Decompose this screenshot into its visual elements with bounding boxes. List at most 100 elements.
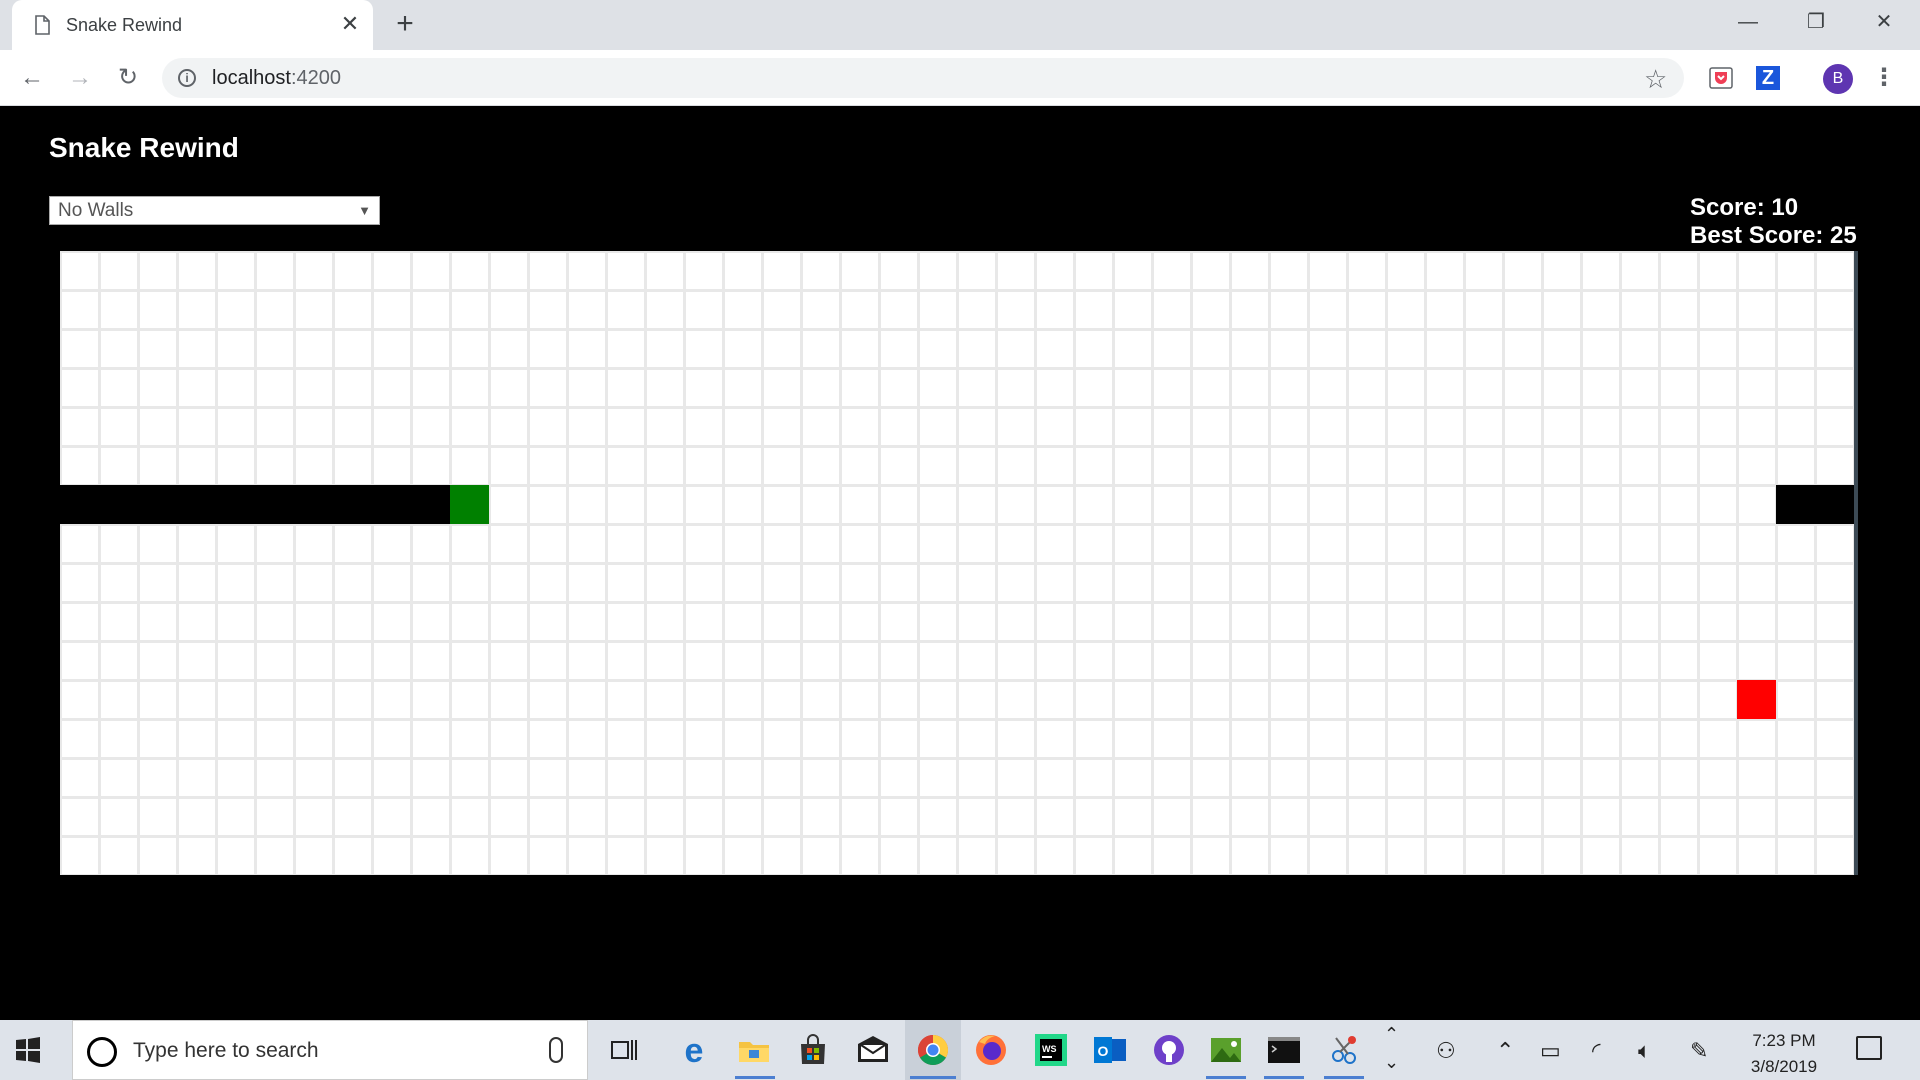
volume-icon[interactable]: 🔈︎ <box>1638 1038 1651 1064</box>
grid-cell <box>569 721 605 757</box>
grid-cell <box>1466 565 1502 601</box>
grid-cell <box>1232 682 1268 718</box>
scroll-up-icon[interactable]: ⌃ <box>1384 1024 1399 1045</box>
mail-icon[interactable] <box>855 1032 891 1068</box>
grid-cell <box>920 604 956 640</box>
grid-cell <box>296 682 332 718</box>
command-prompt-icon[interactable] <box>1266 1032 1302 1068</box>
taskbar-search-box[interactable]: Type here to search <box>72 1020 588 1080</box>
grid-cell <box>1583 799 1619 835</box>
grid-cell <box>959 565 995 601</box>
url-text[interactable]: localhost:4200 <box>212 67 341 90</box>
grid-cell <box>725 838 761 874</box>
forward-arrow-icon[interactable]: → <box>64 62 96 94</box>
grid-cell <box>374 526 410 562</box>
bookmark-star-icon[interactable]: ☆ <box>1644 64 1667 95</box>
grid-cell <box>140 721 176 757</box>
reload-icon[interactable]: ↻ <box>112 62 144 94</box>
grid-cell <box>842 292 878 328</box>
battery-icon[interactable]: ▭ <box>1540 1038 1561 1064</box>
grid-cell <box>803 370 839 406</box>
grid-cell <box>1271 409 1307 445</box>
game-board[interactable] <box>60 251 1857 875</box>
grid-cell <box>1739 760 1775 796</box>
microsoft-store-icon[interactable] <box>795 1032 831 1068</box>
grid-cell <box>686 565 722 601</box>
restore-icon[interactable]: ❐ <box>1786 5 1846 39</box>
file-explorer-icon[interactable] <box>736 1032 772 1068</box>
firefox-icon[interactable] <box>973 1032 1009 1068</box>
grid-cell <box>335 643 371 679</box>
grid-cell <box>686 487 722 523</box>
task-view-icon[interactable] <box>606 1032 642 1068</box>
grid-cell <box>1622 721 1658 757</box>
tab-title: Snake Rewind <box>66 15 183 35</box>
github-desktop-icon[interactable] <box>1151 1032 1187 1068</box>
grid-cell <box>1817 643 1853 679</box>
show-hidden-icons[interactable]: ⌃ <box>1496 1038 1514 1064</box>
grid-cell <box>1583 604 1619 640</box>
action-center-icon[interactable] <box>1856 1036 1882 1060</box>
grid-cell <box>998 838 1034 874</box>
grid-cell <box>686 721 722 757</box>
minimize-icon[interactable]: — <box>1718 5 1778 39</box>
grid-cell <box>1661 370 1697 406</box>
chrome-icon[interactable] <box>915 1032 951 1068</box>
snipping-tool-icon[interactable] <box>1326 1032 1362 1068</box>
close-tab-icon[interactable]: ✕ <box>338 12 362 36</box>
chrome-menu-icon[interactable]: ⋮ <box>1872 62 1896 94</box>
grid-cell <box>725 760 761 796</box>
tab-snake-rewind[interactable]: Snake Rewind ✕ <box>12 0 373 50</box>
grid-cell <box>647 448 683 484</box>
snake-segment <box>60 485 99 524</box>
image-viewer-icon[interactable] <box>1208 1032 1244 1068</box>
grid-cell <box>1115 409 1151 445</box>
pocket-extension-icon[interactable] <box>1709 66 1733 90</box>
z-extension-icon[interactable]: Z <box>1756 66 1780 90</box>
grid-cell <box>1583 292 1619 328</box>
grid-cell <box>1154 682 1190 718</box>
outlook-icon[interactable]: O <box>1092 1032 1128 1068</box>
windows-start-icon[interactable] <box>14 1036 42 1064</box>
grid-cell <box>1193 604 1229 640</box>
grid-cell <box>530 409 566 445</box>
grid-cell <box>647 409 683 445</box>
cortana-icon[interactable] <box>87 1037 117 1067</box>
grid-cell <box>1271 682 1307 718</box>
grid-cell <box>1700 838 1736 874</box>
grid-cell <box>179 760 215 796</box>
close-window-icon[interactable]: ✕ <box>1854 5 1914 39</box>
grid-cell <box>1466 409 1502 445</box>
grid-cell <box>1388 409 1424 445</box>
new-tab-button[interactable]: + <box>390 9 420 40</box>
address-bar[interactable]: i localhost:4200 ☆ <box>162 58 1684 98</box>
wifi-icon[interactable]: ◜ <box>1592 1038 1601 1064</box>
grid-cell <box>296 331 332 367</box>
grid-cell <box>1349 448 1385 484</box>
grid-cell <box>1076 409 1112 445</box>
taskbar-clock[interactable]: 7:23 PM 3/8/2019 <box>1732 1028 1836 1080</box>
pen-icon[interactable]: ✎ <box>1690 1038 1708 1064</box>
grid-cell <box>491 448 527 484</box>
mode-select[interactable]: No Walls ▼ <box>49 196 380 225</box>
scroll-down-icon[interactable]: ⌄ <box>1384 1052 1399 1073</box>
webstorm-icon[interactable]: WS <box>1033 1032 1069 1068</box>
back-arrow-icon[interactable]: ← <box>16 62 48 94</box>
grid-cell <box>569 253 605 289</box>
grid-cell <box>257 292 293 328</box>
site-info-icon[interactable]: i <box>178 69 196 87</box>
microphone-icon[interactable] <box>549 1037 563 1063</box>
profile-avatar[interactable]: B <box>1823 64 1853 94</box>
edge-browser-icon[interactable]: e <box>676 1032 712 1068</box>
people-icon[interactable]: ⚇ <box>1436 1038 1456 1064</box>
grid-cell <box>1427 409 1463 445</box>
grid-cell <box>842 526 878 562</box>
grid-cell <box>764 760 800 796</box>
grid-cell <box>530 682 566 718</box>
grid-cell <box>1232 370 1268 406</box>
grid-cell <box>1817 292 1853 328</box>
grid-cell <box>218 448 254 484</box>
grid-cell <box>1076 370 1112 406</box>
grid-cell <box>881 292 917 328</box>
grid-cell <box>1544 838 1580 874</box>
